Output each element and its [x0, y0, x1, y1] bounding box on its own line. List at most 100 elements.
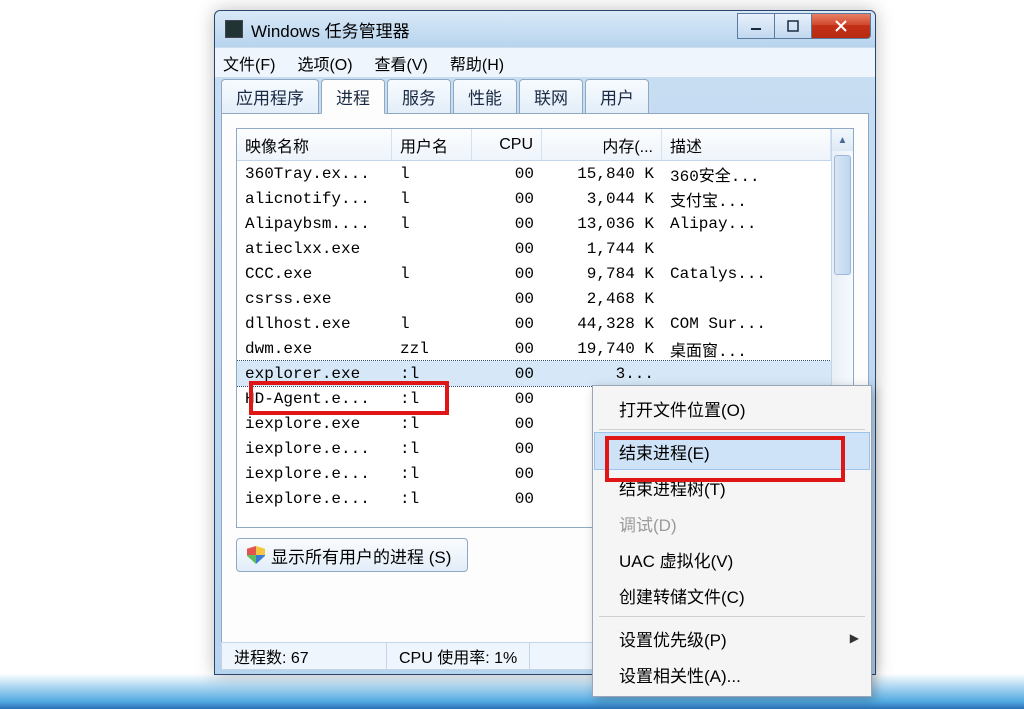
table-row[interactable]: alicnotify...l003,044 K支付宝... [237, 186, 831, 211]
cell-memory: 13,036 K [542, 215, 662, 233]
cell-user-name: l [392, 215, 472, 233]
ctx-end-process-tree[interactable]: 结束进程树(T) [595, 469, 869, 505]
table-row[interactable]: csrss.exe 002,468 K [237, 286, 831, 311]
ctx-separator [599, 616, 865, 617]
app-icon [225, 20, 243, 38]
cell-user-name: :l [392, 465, 472, 483]
cell-image-name: dllhost.exe [237, 315, 392, 333]
cell-user-name: :l [392, 415, 472, 433]
menu-view[interactable]: 查看(V) [375, 51, 428, 75]
cell-description: 桌面窗... [662, 337, 831, 361]
cell-image-name: Alipaybsm.... [237, 215, 392, 233]
cell-memory: 9,784 K [542, 265, 662, 283]
maximize-button[interactable] [774, 13, 812, 39]
ctx-debug: 调试(D) [595, 505, 869, 541]
cell-user-name: :l [392, 440, 472, 458]
cell-memory: 1,744 K [542, 240, 662, 258]
minimize-button[interactable] [737, 13, 775, 39]
cell-cpu: 00 [472, 390, 542, 408]
tab-performance[interactable]: 性能 [453, 79, 517, 114]
ctx-end-process[interactable]: 结束进程(E) [595, 433, 869, 469]
cell-user-name: :l [392, 390, 472, 408]
table-row[interactable]: CCC.exel009,784 KCatalys... [237, 261, 831, 286]
cell-cpu: 00 [472, 240, 542, 258]
col-header-mem[interactable]: 内存(... [542, 129, 662, 160]
cell-description: 360安全... [662, 162, 831, 186]
cell-image-name: 360Tray.ex... [237, 165, 392, 183]
cell-user-name: l [392, 265, 472, 283]
cell-user-name: l [392, 315, 472, 333]
table-row[interactable]: explorer.exe:l003... [237, 361, 831, 386]
table-row[interactable]: Alipaybsm....l0013,036 KAlipay... [237, 211, 831, 236]
cell-user-name: :l [392, 365, 472, 383]
table-row[interactable]: dwm.exezzl0019,740 K桌面窗... [237, 336, 831, 361]
cell-image-name: dwm.exe [237, 340, 392, 358]
titlebar[interactable]: Windows 任务管理器 [215, 11, 875, 47]
tab-network[interactable]: 联网 [519, 79, 583, 114]
ctx-create-dump[interactable]: 创建转储文件(C) [595, 577, 869, 613]
tab-applications[interactable]: 应用程序 [221, 79, 319, 114]
window-controls [738, 13, 871, 39]
status-cpu-usage: CPU 使用率: 1% [387, 643, 530, 669]
window-title: Windows 任务管理器 [251, 17, 738, 42]
menu-help[interactable]: 帮助(H) [450, 51, 504, 75]
tab-users[interactable]: 用户 [585, 79, 649, 114]
cell-image-name: explorer.exe [237, 365, 392, 383]
cell-cpu: 00 [472, 215, 542, 233]
cell-image-name: iexplore.e... [237, 490, 392, 508]
submenu-arrow-icon: ▶ [850, 631, 859, 645]
cell-user-name: l [392, 190, 472, 208]
cell-memory: 2,468 K [542, 290, 662, 308]
table-row[interactable]: dllhost.exel0044,328 KCOM Sur... [237, 311, 831, 336]
ctx-open-file-location[interactable]: 打开文件位置(O) [595, 390, 869, 426]
cell-memory: 3... [542, 365, 662, 383]
col-header-desc[interactable]: 描述 [662, 129, 831, 160]
cell-image-name: CCC.exe [237, 265, 392, 283]
cell-memory: 15,840 K [542, 165, 662, 183]
cell-cpu: 00 [472, 415, 542, 433]
close-button[interactable] [811, 13, 871, 39]
cell-cpu: 00 [472, 365, 542, 383]
ctx-set-priority-label: 设置优先级(P) [619, 626, 727, 651]
show-all-users-label: 显示所有用户的进程 (S) [271, 543, 451, 568]
ctx-set-priority[interactable]: 设置优先级(P) ▶ [595, 620, 869, 656]
cell-user-name: :l [392, 490, 472, 508]
cell-cpu: 00 [472, 315, 542, 333]
cell-description: 支付宝... [662, 187, 831, 211]
ctx-uac-virtualization[interactable]: UAC 虚拟化(V) [595, 541, 869, 577]
cell-image-name: alicnotify... [237, 190, 392, 208]
cell-description: COM Sur... [662, 315, 831, 333]
list-header: 映像名称 用户名 CPU 内存(... 描述 [237, 129, 831, 161]
scroll-thumb[interactable] [834, 155, 851, 275]
cell-user-name: zzl [392, 340, 472, 358]
col-header-image[interactable]: 映像名称 [237, 129, 392, 160]
cell-description: Alipay... [662, 215, 831, 233]
context-menu: 打开文件位置(O) 结束进程(E) 结束进程树(T) 调试(D) UAC 虚拟化… [592, 385, 872, 697]
cell-image-name: HD-Agent.e... [237, 390, 392, 408]
tab-processes[interactable]: 进程 [321, 79, 385, 114]
col-header-cpu[interactable]: CPU [472, 129, 542, 160]
table-row[interactable]: 360Tray.ex...l0015,840 K360安全... [237, 161, 831, 186]
cell-cpu: 00 [472, 340, 542, 358]
cell-memory: 44,328 K [542, 315, 662, 333]
uac-shield-icon [247, 546, 265, 564]
ctx-set-affinity[interactable]: 设置相关性(A)... [595, 656, 869, 692]
status-proc-count: 进程数: 67 [222, 643, 387, 669]
cell-user-name: l [392, 165, 472, 183]
cell-image-name: iexplore.e... [237, 440, 392, 458]
menu-options[interactable]: 选项(O) [297, 51, 352, 75]
cell-image-name: csrss.exe [237, 290, 392, 308]
show-all-users-button[interactable]: 显示所有用户的进程 (S) [236, 538, 468, 572]
cell-cpu: 00 [472, 465, 542, 483]
menu-file[interactable]: 文件(F) [223, 51, 275, 75]
col-header-user[interactable]: 用户名 [392, 129, 472, 160]
scroll-up-icon[interactable]: ▲ [832, 129, 853, 151]
table-row[interactable]: atieclxx.exe001,744 K [237, 236, 831, 261]
cell-cpu: 00 [472, 440, 542, 458]
cell-cpu: 00 [472, 190, 542, 208]
ctx-separator [599, 429, 865, 430]
tab-strip: 应用程序 进程 服务 性能 联网 用户 [221, 81, 869, 113]
cell-image-name: iexplore.e... [237, 465, 392, 483]
cell-cpu: 00 [472, 290, 542, 308]
tab-services[interactable]: 服务 [387, 79, 451, 114]
